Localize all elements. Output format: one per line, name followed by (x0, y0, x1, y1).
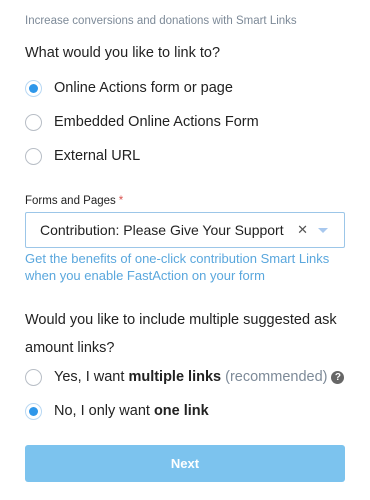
clear-icon[interactable]: ✕ (297, 222, 308, 238)
radio-embedded-form[interactable]: Embedded Online Actions Form (25, 111, 259, 133)
radio-button[interactable] (25, 147, 42, 165)
radio-button[interactable] (25, 402, 42, 420)
next-button[interactable]: Next (25, 445, 345, 482)
label-bold: multiple links (128, 369, 222, 385)
radio-label: Embedded Online Actions Form (54, 114, 259, 130)
ask-amount-question: Would you like to include multiple sugge… (25, 312, 337, 356)
radio-external-url[interactable]: External URL (25, 145, 140, 167)
recommended-note: (recommended) (221, 369, 328, 385)
radio-button[interactable] (25, 79, 42, 97)
select-value: Contribution: Please Give Your Support (40, 222, 284, 238)
label-bold: one link (153, 403, 209, 419)
radio-online-actions[interactable]: Online Actions form or page (25, 77, 233, 99)
radio-button[interactable] (25, 368, 42, 386)
radio-label: No, I only want one link (54, 403, 209, 419)
radio-label: Online Actions form or page (54, 80, 233, 96)
field-label-text: Forms and Pages (25, 195, 116, 207)
radio-one-link[interactable]: No, I only want one link (25, 400, 209, 422)
smart-links-page: Increase conversions and donations with … (0, 0, 370, 500)
required-marker: * (118, 195, 124, 207)
label-prefix: Yes, I want (54, 369, 129, 385)
radio-label: External URL (54, 148, 141, 164)
forms-pages-select[interactable]: Contribution: Please Give Your Support ✕ (25, 212, 345, 248)
radio-multiple-links[interactable]: Yes, I want multiple links (recommended)… (25, 366, 345, 388)
radio-button[interactable] (25, 113, 42, 131)
fastaction-hint: Get the benefits of one-click contributi… (25, 251, 330, 283)
chevron-down-icon[interactable] (318, 227, 328, 233)
link-target-question: What would you like to link to? (25, 45, 221, 61)
page-subtitle: Increase conversions and donations with … (25, 15, 297, 27)
radio-label: Yes, I want multiple links (recommended) (54, 369, 327, 385)
help-icon[interactable]: ? (331, 370, 345, 384)
label-prefix: No, I only want (54, 403, 154, 419)
forms-pages-label: Forms and Pages * (25, 195, 123, 207)
